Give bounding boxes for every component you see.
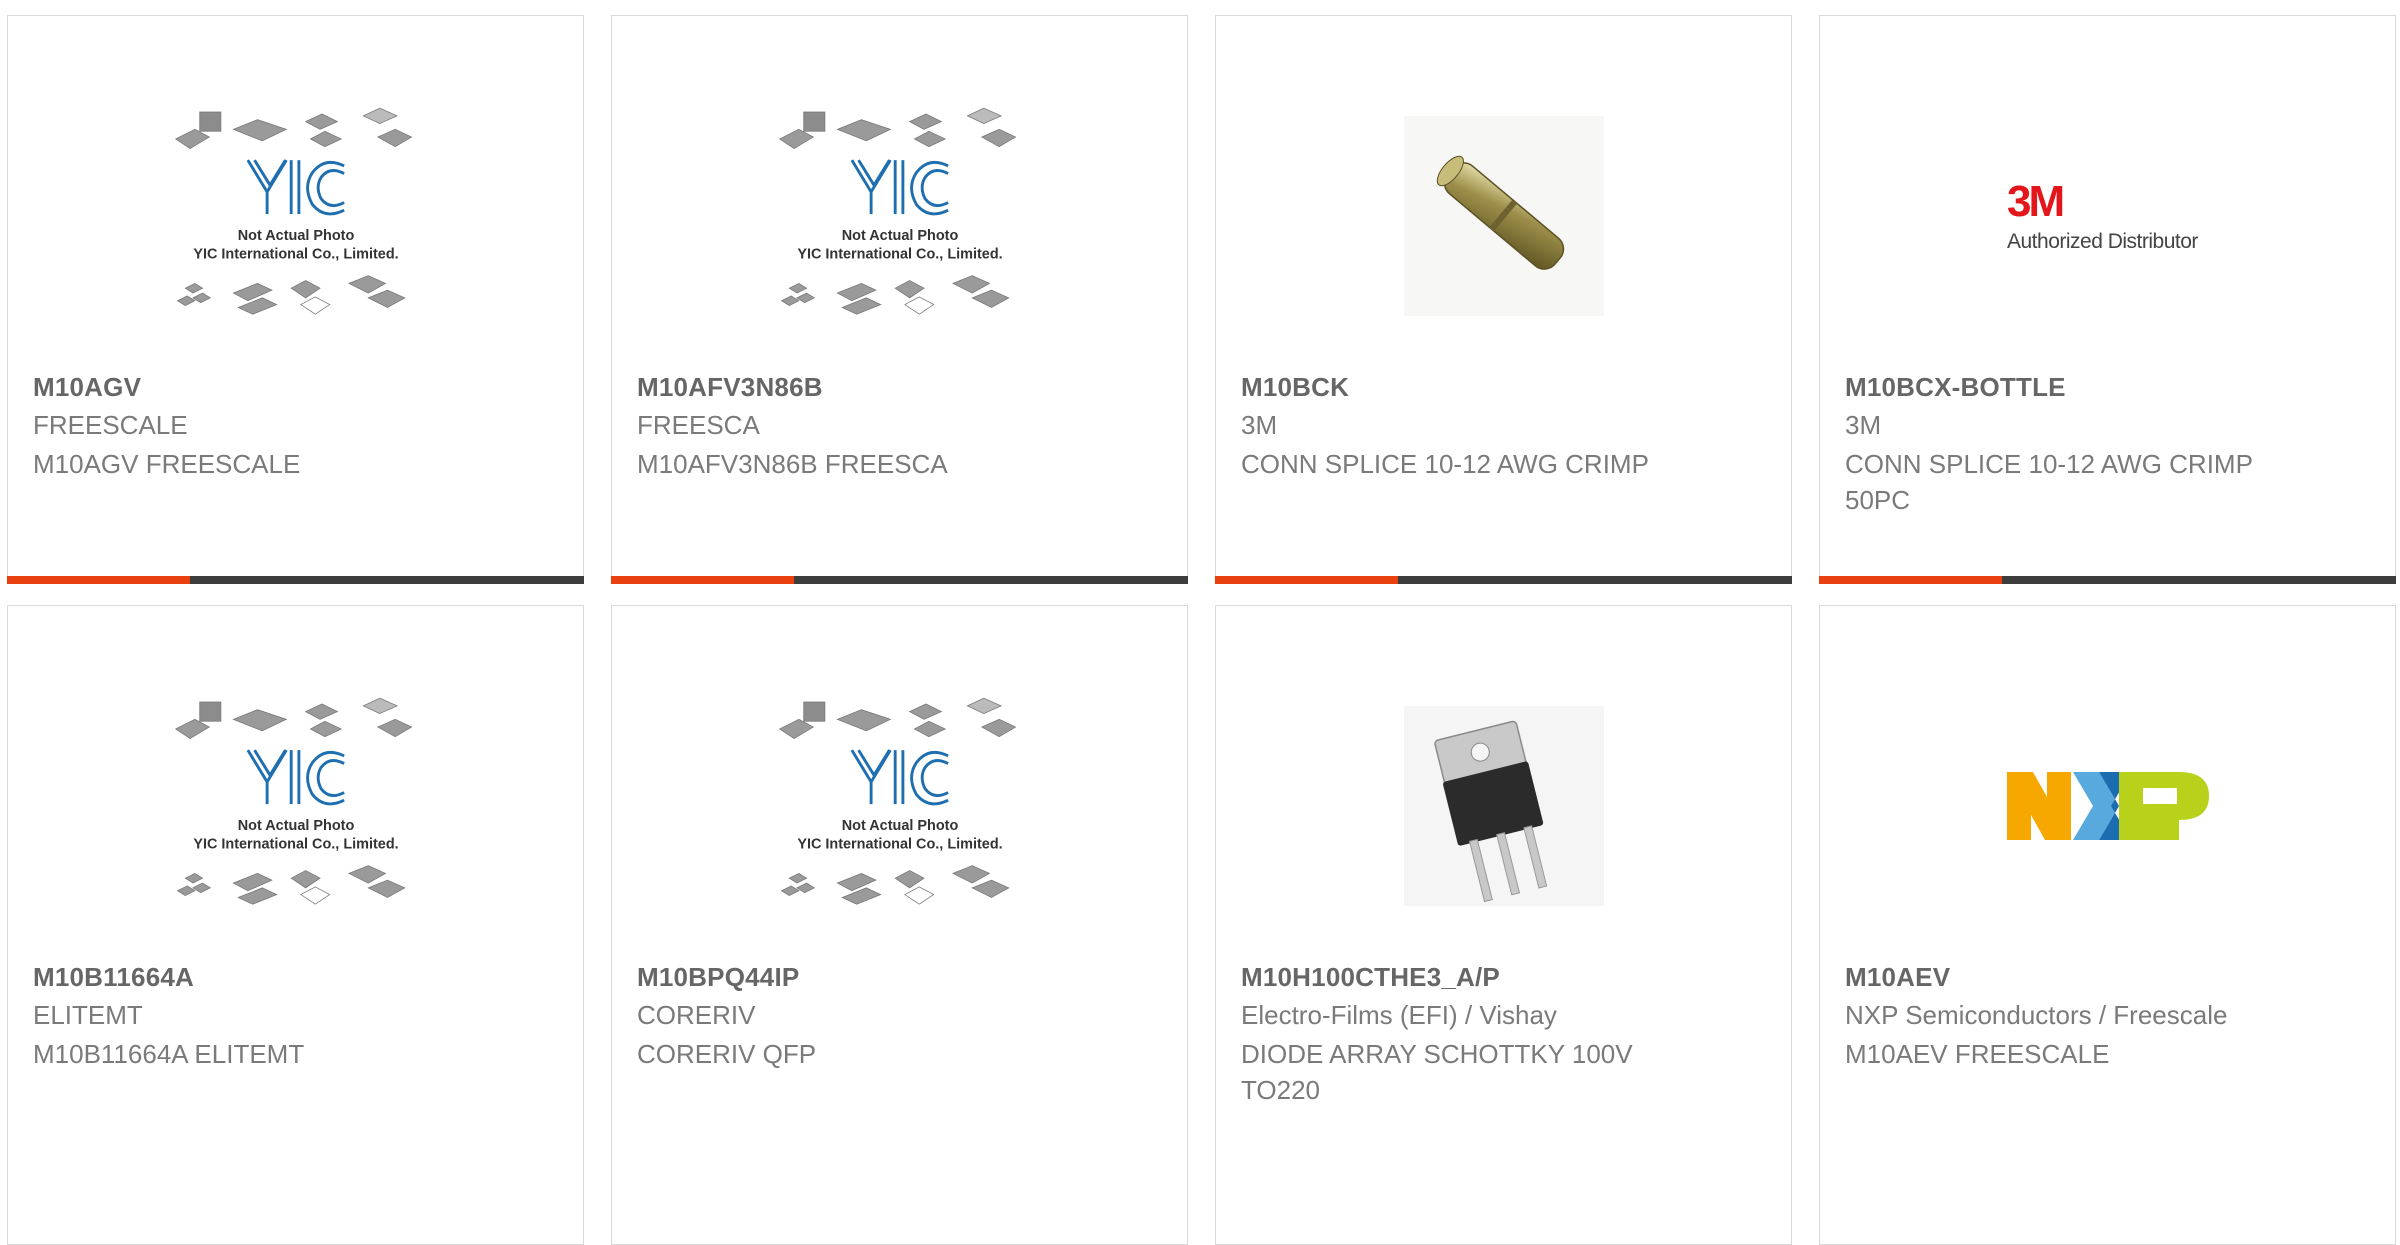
card-footer-bar [1214,575,1792,584]
product-card[interactable]: M10BCK 3M CONN SPLICE 10-12 AWG CRIMP [1214,15,1792,584]
product-grid: Not Actual Photo YIC International Co., … [0,0,2400,1245]
manufacturer: NXP Semiconductors / Freescale [1845,1000,2228,1030]
manufacturer: 3M [1241,410,1278,440]
description: M10B11664A ELITEMT [33,1039,305,1069]
description: CONN SPLICE 10-12 AWG CRIMP 50PC [1845,449,2253,515]
product-card[interactable]: M10AEV NXP Semiconductors / Freescale M1… [1819,605,2396,1245]
manufacturer: Electro-Films (EFI) / Vishay [1241,1000,1557,1030]
product-card[interactable]: Not Actual Photo YIC International Co., … [611,605,1188,1245]
card-footer-bar [610,575,1188,584]
description: M10AEV FREESCALE [1845,1039,2110,1069]
manufacturer: 3M [1845,410,1882,440]
part-number[interactable]: M10H100CTHE3_A/P [1241,962,1500,993]
image-caption-not-actual: Not Actual Photo [842,818,959,834]
image-caption-not-actual: Not Actual Photo [238,228,355,244]
product-image[interactable]: 3M Authorized Distributor [1978,71,2238,361]
product-card[interactable]: 3M Authorized Distributor M10BCX-BOTTLE … [1818,15,2396,584]
part-number[interactable]: M10B11664A [33,962,194,993]
3m-logo-mark: 3M [2007,177,2062,226]
manufacturer: ELITEMT [33,1000,143,1030]
part-number[interactable]: M10AEV [1845,962,1950,993]
part-number[interactable]: M10AGV [33,372,141,403]
product-image[interactable] [1978,661,2238,951]
product-image[interactable]: Not Actual Photo YIC International Co., … [166,661,426,951]
product-image[interactable]: Not Actual Photo YIC International Co., … [770,661,1030,951]
card-footer-bar [1818,575,2396,584]
part-number[interactable]: M10BCK [1241,372,1349,403]
image-caption-company: YIC International Co., Limited. [797,836,1002,852]
image-caption-company: YIC International Co., Limited. [193,836,398,852]
card-footer-accent [6,575,190,584]
manufacturer: FREESCA [637,410,760,440]
card-footer-accent [1214,575,1398,584]
image-caption-not-actual: Not Actual Photo [238,818,355,834]
product-image[interactable]: Not Actual Photo YIC International Co., … [770,71,1030,361]
description: DIODE ARRAY SCHOTTKY 100V TO220 [1241,1039,1633,1105]
product-card[interactable]: Not Actual Photo YIC International Co., … [7,605,584,1245]
yic-placeholder-image: Not Actual Photo YIC International Co., … [778,107,1017,315]
product-image[interactable]: Not Actual Photo YIC International Co., … [166,71,426,361]
image-caption-company: YIC International Co., Limited. [193,246,398,262]
part-number[interactable]: M10BCX-BOTTLE [1845,372,2066,403]
yic-placeholder-image: Not Actual Photo YIC International Co., … [174,697,413,905]
card-footer-accent [1818,575,2002,584]
splice-connector-photo [1404,116,1604,316]
manufacturer: CORERIV [637,1000,756,1030]
part-number[interactable]: M10AFV3N86B [637,372,823,403]
product-card[interactable]: M10H100CTHE3_A/P Electro-Films (EFI) / V… [1215,605,1792,1245]
to220-photo [1404,706,1604,906]
3m-logo: 3M Authorized Distributor [2007,177,2199,253]
description: CORERIV QFP [637,1039,817,1069]
product-card[interactable]: Not Actual Photo YIC International Co., … [610,15,1188,584]
3m-logo-subtext: Authorized Distributor [2007,230,2198,253]
description: M10AFV3N86B FREESCA [637,449,948,479]
nxp-logo [2007,772,2209,840]
image-caption-not-actual: Not Actual Photo [842,228,959,244]
description: M10AGV FREESCALE [33,449,301,479]
manufacturer: FREESCALE [33,410,188,440]
yic-placeholder-image: Not Actual Photo YIC International Co., … [174,107,413,315]
yic-placeholder-image: Not Actual Photo YIC International Co., … [778,697,1017,905]
card-footer-bar [6,575,584,584]
description: CONN SPLICE 10-12 AWG CRIMP [1241,449,1649,479]
card-footer-accent [610,575,794,584]
product-image[interactable] [1374,71,1634,361]
image-caption-company: YIC International Co., Limited. [797,246,1002,262]
product-card[interactable]: Not Actual Photo YIC International Co., … [6,15,584,584]
product-image[interactable] [1374,661,1634,951]
part-number[interactable]: M10BPQ44IP [637,962,799,993]
